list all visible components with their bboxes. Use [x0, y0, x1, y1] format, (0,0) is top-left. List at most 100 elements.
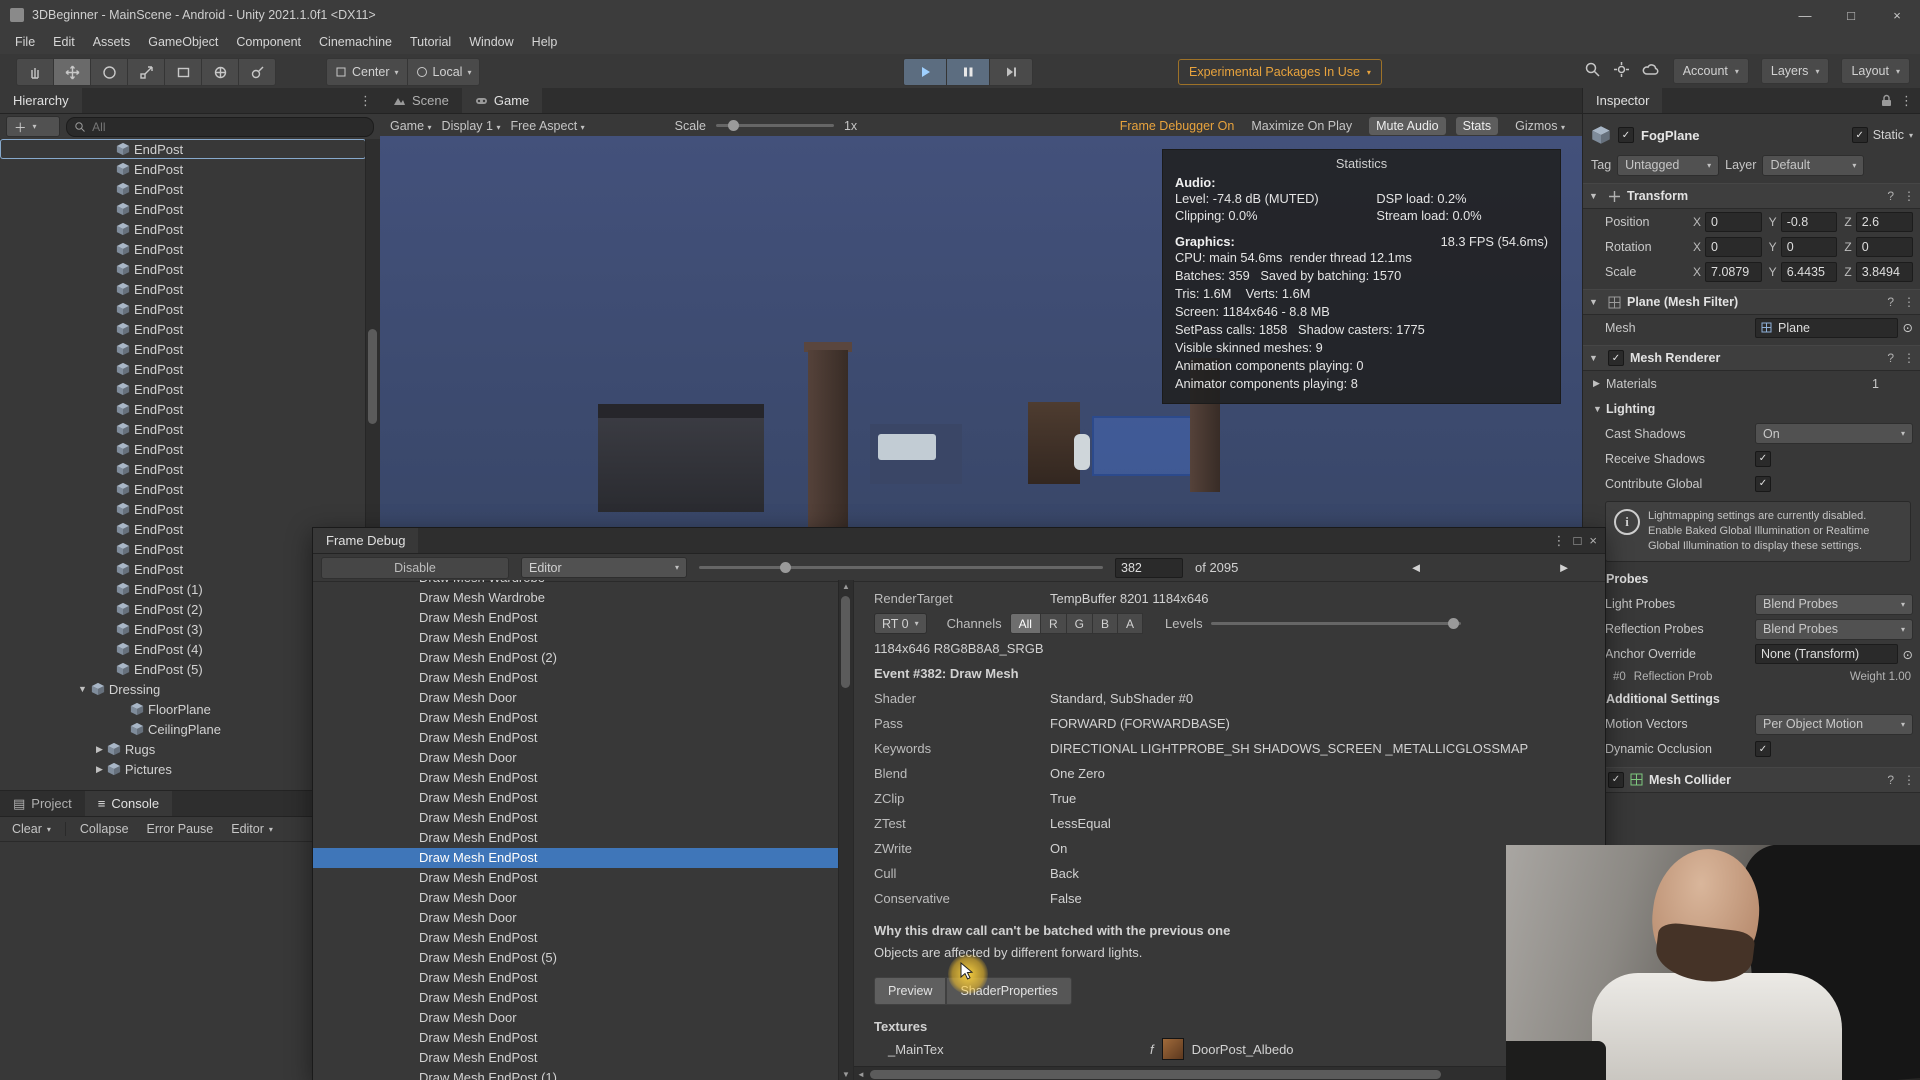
minimize-button[interactable]: —: [1782, 0, 1828, 30]
kebab-menu-icon[interactable]: ⋮: [1903, 295, 1915, 309]
transform-tool-button[interactable]: [202, 58, 239, 86]
frame-number-input[interactable]: [1115, 558, 1183, 578]
hierarchy-item[interactable]: EndPost: [0, 379, 366, 399]
hierarchy-scrollbar-thumb[interactable]: [368, 329, 377, 424]
experimental-packages-dropdown[interactable]: Experimental Packages In Use▾: [1178, 59, 1382, 85]
rect-tool-button[interactable]: [165, 58, 202, 86]
account-dropdown[interactable]: Account▾: [1673, 58, 1749, 84]
menu-item[interactable]: Assets: [84, 35, 140, 49]
hierarchy-item[interactable]: EndPost: [0, 279, 366, 299]
motion-vectors-dropdown[interactable]: Per Object Motion▾: [1755, 714, 1913, 735]
help-icon[interactable]: ?: [1887, 295, 1894, 309]
frame-debug-event-row[interactable]: Draw Mesh EndPost (1): [313, 1068, 853, 1080]
channel-button[interactable]: G: [1067, 613, 1093, 634]
frame-debug-disable-button[interactable]: Disable: [321, 557, 509, 579]
scale-slider-thumb[interactable]: [728, 120, 739, 131]
hierarchy-item[interactable]: EndPost: [0, 339, 366, 359]
frame-debug-event-row[interactable]: Draw Mesh EndPost: [313, 988, 853, 1008]
channel-button[interactable]: All: [1010, 613, 1041, 634]
reflection-probes-dropdown[interactable]: Blend Probes▾: [1755, 619, 1913, 640]
channel-button[interactable]: B: [1093, 613, 1118, 634]
scrollbar-thumb[interactable]: [841, 596, 850, 688]
frame-debug-event-row[interactable]: Draw Mesh EndPost: [313, 848, 853, 868]
frame-debug-event-row[interactable]: Draw Mesh Door: [313, 748, 853, 768]
frame-debug-event-row[interactable]: Draw Mesh EndPost: [313, 608, 853, 628]
frame-debug-event-row[interactable]: Draw Mesh EndPost: [313, 828, 853, 848]
foldout-arrow-icon[interactable]: ▶: [1593, 378, 1606, 389]
frame-debug-event-row[interactable]: Draw Mesh EndPost: [313, 788, 853, 808]
receive-shadows-checkbox[interactable]: ✓: [1755, 451, 1771, 467]
maximize-on-play-toggle[interactable]: Maximize On Play: [1244, 117, 1359, 135]
console-collapse-toggle[interactable]: Collapse: [72, 819, 137, 839]
foldout-arrow-icon[interactable]: ▼: [78, 684, 87, 694]
frame-debug-event-row[interactable]: Draw Mesh EndPost: [313, 728, 853, 748]
mesh-collider-enabled-checkbox[interactable]: ✓: [1608, 772, 1624, 788]
maximize-button[interactable]: □: [1828, 0, 1874, 30]
menu-item[interactable]: Tutorial: [401, 35, 460, 49]
axis-y-field[interactable]: 0: [1781, 237, 1838, 257]
tab-console[interactable]: ≡Console: [85, 791, 172, 816]
hierarchy-item[interactable]: EndPost: [0, 399, 366, 419]
menu-item[interactable]: Window: [460, 35, 522, 49]
tab-project[interactable]: ▤Project: [0, 791, 85, 816]
tab-scene[interactable]: Scene: [380, 88, 462, 113]
hierarchy-item[interactable]: EndPost: [0, 139, 366, 159]
tab-hierarchy[interactable]: Hierarchy: [0, 88, 82, 113]
frame-debug-event-row[interactable]: Draw Mesh EndPost: [313, 668, 853, 688]
layout-dropdown[interactable]: Layout▾: [1841, 58, 1910, 84]
axis-x-field[interactable]: 7.0879: [1705, 262, 1762, 282]
light-probes-dropdown[interactable]: Blend Probes▾: [1755, 594, 1913, 615]
channel-button[interactable]: A: [1118, 613, 1143, 634]
foldout-arrow-icon[interactable]: ▶: [96, 764, 103, 775]
mesh-collider-component-header[interactable]: ▼ ✓ Mesh Collider ?⋮: [1583, 767, 1920, 793]
hierarchy-item[interactable]: EndPost: [0, 439, 366, 459]
menu-item[interactable]: File: [6, 35, 44, 49]
lock-icon[interactable]: [1881, 94, 1892, 107]
hierarchy-search-field[interactable]: [66, 117, 374, 137]
anchor-override-field[interactable]: None (Transform): [1755, 644, 1898, 664]
hierarchy-item[interactable]: EndPost: [0, 239, 366, 259]
hierarchy-item[interactable]: EndPost: [0, 359, 366, 379]
axis-x-field[interactable]: 0: [1705, 237, 1762, 257]
axis-y-field[interactable]: 6.4435: [1781, 262, 1838, 282]
menu-item[interactable]: Component: [227, 35, 310, 49]
frame-debug-event-row[interactable]: Draw Mesh EndPost: [313, 1048, 853, 1068]
frame-debug-target-dropdown[interactable]: Editor▾: [521, 557, 687, 578]
frame-debug-event-row[interactable]: Draw Mesh EndPost: [313, 928, 853, 948]
tag-dropdown[interactable]: Untagged▾: [1617, 155, 1719, 176]
scale-slider[interactable]: [716, 124, 834, 127]
frame-debug-event-row[interactable]: Draw Mesh EndPost: [313, 1028, 853, 1048]
hierarchy-item[interactable]: EndPost: [0, 219, 366, 239]
object-name[interactable]: FogPlane: [1641, 128, 1700, 143]
move-tool-button[interactable]: [54, 58, 91, 86]
console-error-pause-toggle[interactable]: Error Pause: [139, 819, 222, 839]
cast-shadows-dropdown[interactable]: On▾: [1755, 423, 1913, 444]
game-viewport[interactable]: Statistics Audio: Level: -74.8 dB (MUTED…: [380, 136, 1582, 527]
console-editor-dropdown[interactable]: Editor▾: [223, 819, 281, 839]
foldout-arrow-icon[interactable]: ▼: [1589, 191, 1602, 201]
kebab-menu-icon[interactable]: ⋮: [1903, 189, 1915, 203]
foldout-arrow-icon[interactable]: ▶: [96, 744, 103, 755]
mesh-renderer-enabled-checkbox[interactable]: ✓: [1608, 350, 1624, 366]
console-clear-button[interactable]: Clear▾: [4, 819, 59, 839]
play-button[interactable]: [903, 58, 947, 86]
axis-z-field[interactable]: 3.8494: [1856, 262, 1913, 282]
levels-slider-thumb[interactable]: [1448, 618, 1459, 629]
hierarchy-search-input[interactable]: [90, 119, 366, 135]
active-checkbox[interactable]: ✓: [1618, 127, 1634, 143]
kebab-menu-icon[interactable]: ⋮: [359, 93, 372, 109]
frame-debug-event-row[interactable]: Draw Mesh Wardrobe: [313, 580, 853, 588]
object-picker-icon[interactable]: ⊙: [1903, 647, 1913, 662]
levels-slider[interactable]: [1211, 622, 1461, 625]
hierarchy-item[interactable]: EndPost: [0, 479, 366, 499]
foldout-arrow-icon[interactable]: ▼: [1593, 404, 1606, 414]
channel-button[interactable]: R: [1041, 613, 1067, 634]
foldout-arrow-icon[interactable]: ▼: [1589, 353, 1602, 363]
help-icon[interactable]: ?: [1887, 189, 1894, 203]
menu-item[interactable]: Cinemachine: [310, 35, 401, 49]
frame-debug-event-row[interactable]: Draw Mesh EndPost: [313, 808, 853, 828]
display-dropdown[interactable]: Display 1 ▾: [442, 119, 501, 133]
close-button[interactable]: ×: [1874, 0, 1920, 30]
frame-debug-event-row[interactable]: Draw Mesh EndPost: [313, 708, 853, 728]
scrollbar-thumb[interactable]: [870, 1070, 1441, 1079]
